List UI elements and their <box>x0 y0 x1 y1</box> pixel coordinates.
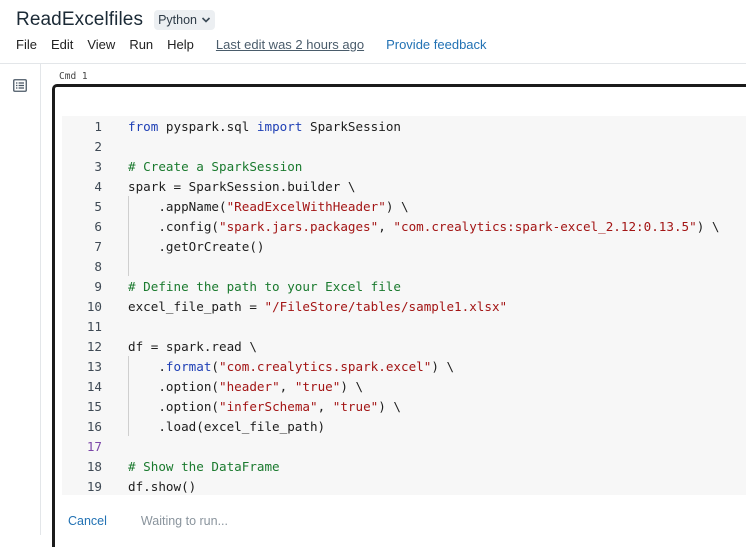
code-token: "com.crealytics.spark.excel" <box>219 359 432 374</box>
cell-command-label: Cmd 1 <box>59 71 88 82</box>
line-number: 18 <box>86 459 102 474</box>
code-token: ) \ <box>431 359 455 374</box>
code-text: # Define the path to your Excel file <box>128 277 401 297</box>
line-number: 13 <box>86 359 102 374</box>
line-number: 14 <box>86 379 102 394</box>
menu-edit[interactable]: Edit <box>51 37 73 52</box>
code-text: .option("inferSchema", "true") \ <box>128 397 401 417</box>
line-number: 11 <box>86 319 102 334</box>
code-editor[interactable]: 1 from pyspark.sql import SparkSession 2 3 #… <box>62 116 746 495</box>
line-number: 4 <box>94 179 102 194</box>
line-number: 8 <box>94 259 102 274</box>
notebook-header: ReadExcelfiles Python <box>16 9 215 31</box>
code-token: format <box>165 359 212 374</box>
code-text: from pyspark.sql import SparkSession <box>128 117 401 137</box>
line-number: 2 <box>94 139 102 154</box>
code-text: df = spark.read \ <box>128 337 257 357</box>
code-token: .appName( <box>128 199 227 214</box>
line-number: 7 <box>94 239 102 254</box>
menu-help[interactable]: Help <box>167 37 194 52</box>
cancel-button[interactable]: Cancel <box>68 514 107 528</box>
line-number: 6 <box>94 219 102 234</box>
code-token: , <box>317 399 333 414</box>
last-edit-link[interactable]: Last edit was 2 hours ago <box>216 37 364 52</box>
code-token: "com.crealytics:spark-excel_2.12:0.13.5" <box>393 219 697 234</box>
code-token: "ReadExcelWithHeader" <box>226 199 386 214</box>
code-text: .getOrCreate() <box>128 237 264 257</box>
code-text: excel_file_path = "/FileStore/tables/sam… <box>128 297 507 317</box>
code-token: pyspark.sql <box>158 119 257 134</box>
code-token: SparkSession <box>302 119 401 134</box>
code-token: .config( <box>128 219 219 234</box>
code-token: .load(excel_file_path) <box>128 419 326 434</box>
code-text: .appName("ReadExcelWithHeader") \ <box>128 197 409 217</box>
code-token: "true" <box>332 399 379 414</box>
code-token: ) \ <box>385 199 409 214</box>
line-number: 3 <box>94 159 102 174</box>
code-token: . <box>128 359 166 374</box>
run-status: Waiting to run... <box>140 514 228 528</box>
code-text: .option("header", "true") \ <box>128 377 363 397</box>
language-label: Python <box>158 13 197 27</box>
code-token: ) \ <box>696 219 720 234</box>
code-token: # Define the path to your Excel file <box>128 279 401 294</box>
line-number: 9 <box>94 279 102 294</box>
language-selector[interactable]: Python <box>154 10 215 30</box>
code-text: .config("spark.jars.packages", "com.crea… <box>128 217 719 237</box>
table-of-contents-icon[interactable] <box>13 79 27 92</box>
code-token: , <box>279 379 295 394</box>
line-number: 5 <box>94 199 102 214</box>
code-token: .option( <box>128 379 219 394</box>
code-token: "true" <box>294 379 341 394</box>
code-token: .option( <box>128 399 219 414</box>
code-text: df.show() <box>128 477 196 497</box>
line-number: 16 <box>86 419 102 434</box>
code-text: # Create a SparkSession <box>128 157 302 177</box>
line-number: 10 <box>86 299 102 314</box>
code-token: ( <box>211 359 220 374</box>
header-divider <box>0 63 746 64</box>
code-token: "/FileStore/tables/sample1.xlsx" <box>264 299 508 314</box>
code-token: , <box>378 219 394 234</box>
menu-view[interactable]: View <box>87 37 115 52</box>
code-token: ) \ <box>378 399 401 414</box>
cell-footer: Cancel Waiting to run... <box>68 514 228 528</box>
code-token: spark = SparkSession.builder \ <box>128 179 356 194</box>
provide-feedback-link[interactable]: Provide feedback <box>386 37 486 52</box>
menu-file[interactable]: File <box>16 37 37 52</box>
code-token: # Show the DataFrame <box>128 459 280 474</box>
code-text: # Show the DataFrame <box>128 457 280 477</box>
notebook-title[interactable]: ReadExcelfiles <box>16 9 143 31</box>
code-token: df.show() <box>128 479 197 494</box>
code-token: # Create a SparkSession <box>128 159 303 174</box>
chevron-down-icon <box>201 17 211 23</box>
menu-run[interactable]: Run <box>129 37 153 52</box>
code-text: .format("com.crealytics.spark.excel") \ <box>128 357 454 377</box>
line-number: 15 <box>86 399 102 414</box>
line-number: 12 <box>86 339 102 354</box>
line-number: 19 <box>86 479 102 494</box>
line-number: 1 <box>94 119 102 134</box>
code-token: excel_file_path = <box>128 299 265 314</box>
code-text: spark = SparkSession.builder \ <box>128 177 355 197</box>
code-token: from <box>128 119 159 134</box>
left-rail <box>0 64 41 535</box>
line-number: 17 <box>86 439 102 454</box>
code-token: import <box>256 119 303 134</box>
code-token: "inferSchema" <box>219 399 318 414</box>
code-text: .load(excel_file_path) <box>128 417 325 437</box>
code-token: ) \ <box>340 379 364 394</box>
code-token: "header" <box>219 379 280 394</box>
code-token: "spark.jars.packages" <box>219 219 379 234</box>
code-token: .getOrCreate() <box>128 239 265 254</box>
code-token: df = spark.read \ <box>128 339 257 354</box>
menu-bar: File Edit View Run Help Last edit was 2 … <box>16 37 487 52</box>
